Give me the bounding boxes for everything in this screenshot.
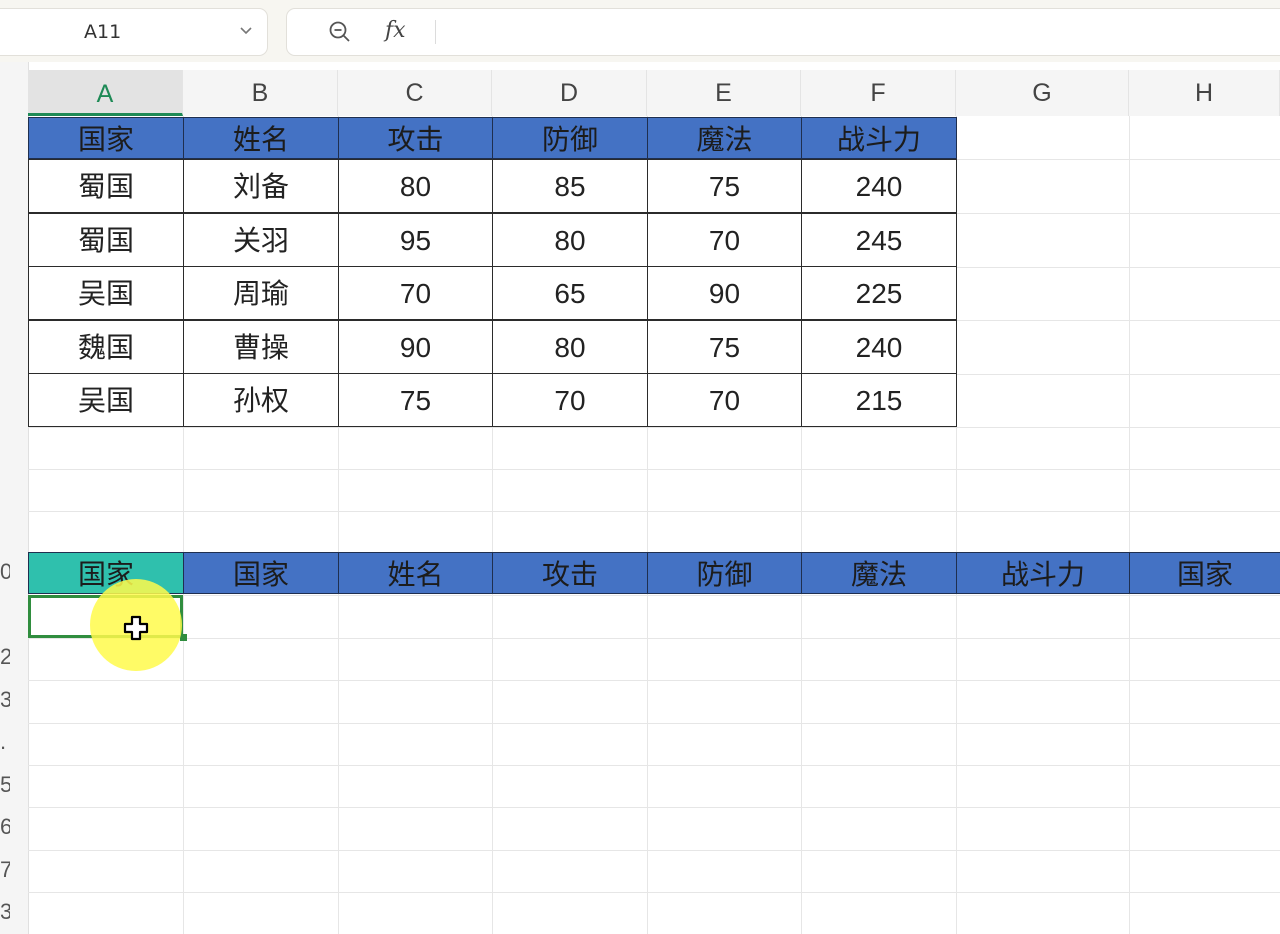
table-cell[interactable]: 75 — [647, 159, 802, 213]
grid-row-line — [28, 511, 1280, 512]
row10-header-cell[interactable]: 攻击 — [492, 552, 648, 594]
chevron-down-icon[interactable] — [239, 23, 253, 37]
row-number[interactable]: 3 — [0, 687, 10, 713]
row-number[interactable]: 6 — [0, 814, 10, 840]
grid-row-line — [28, 638, 1280, 639]
table-cell[interactable]: 蜀国 — [28, 213, 184, 267]
table-cell[interactable]: 70 — [492, 373, 648, 427]
column-header-e[interactable]: E — [647, 70, 801, 116]
column-header-g[interactable]: G — [956, 70, 1129, 116]
grid-row-line — [28, 723, 1280, 724]
table-cell[interactable]: 90 — [647, 266, 802, 320]
formula-divider — [435, 20, 436, 44]
grid-row-line — [28, 469, 1280, 470]
table-cell[interactable]: 90 — [338, 320, 493, 374]
row10-header-cell[interactable]: 防御 — [647, 552, 802, 594]
table-cell[interactable]: 孙权 — [183, 373, 339, 427]
row10-header-cell[interactable]: 国家 — [1129, 552, 1280, 594]
table-cell[interactable]: 215 — [801, 373, 957, 427]
column-header-d[interactable]: D — [492, 70, 647, 116]
column-header-f[interactable]: F — [801, 70, 956, 116]
row-number[interactable]: 2 — [0, 644, 10, 670]
table-header-cell[interactable]: 国家 — [28, 117, 184, 159]
row10-header-cell[interactable]: 姓名 — [338, 552, 493, 594]
table-header-cell[interactable]: 防御 — [492, 117, 648, 159]
row-header-strip — [0, 62, 29, 934]
table-cell[interactable]: 吴国 — [28, 266, 184, 320]
row10-header-cell[interactable]: 国家 — [183, 552, 339, 594]
table-cell[interactable]: 蜀国 — [28, 159, 184, 213]
row-number[interactable]: 0 — [0, 559, 10, 585]
grid-column-line — [1129, 116, 1130, 934]
column-header-c[interactable]: C — [338, 70, 492, 116]
name-box-value: A11 — [84, 21, 122, 43]
table-cell[interactable]: 240 — [801, 159, 957, 213]
grid-row-line — [28, 680, 1280, 681]
fill-handle[interactable] — [180, 634, 187, 641]
row-number[interactable]: 5 — [0, 772, 10, 798]
table-cell[interactable]: 80 — [492, 213, 648, 267]
row-number[interactable]: 3 — [0, 899, 10, 925]
row10-header-cell[interactable]: 魔法 — [801, 552, 957, 594]
grid-row-line — [28, 595, 1280, 596]
table-cell[interactable]: 240 — [801, 320, 957, 374]
row-number[interactable]: . — [0, 729, 10, 755]
table-cell[interactable]: 225 — [801, 266, 957, 320]
grid-row-line — [28, 427, 1280, 428]
row-number[interactable]: 7 — [0, 857, 10, 883]
table-cell[interactable]: 刘备 — [183, 159, 339, 213]
table-cell[interactable]: 75 — [338, 373, 493, 427]
cell-select-cursor-icon — [123, 615, 149, 641]
table-header-cell[interactable]: 魔法 — [647, 117, 802, 159]
column-header-b[interactable]: B — [183, 70, 338, 116]
grid-row-line — [28, 850, 1280, 851]
name-box[interactable]: A11 — [0, 8, 268, 56]
grid-row-line — [28, 765, 1280, 766]
table-cell[interactable]: 80 — [492, 320, 648, 374]
column-header-a[interactable]: A — [28, 70, 183, 116]
table-cell[interactable]: 周瑜 — [183, 266, 339, 320]
spreadsheet-grid[interactable]: 023.5673 ABCDEFGH 国家 姓名 攻击 防御 魔法 战斗力 蜀国 刘备 80 85 7… — [0, 62, 1280, 934]
fx-icon[interactable]: fx — [385, 18, 406, 43]
table-cell[interactable]: 魏国 — [28, 320, 184, 374]
table-cell[interactable]: 80 — [338, 159, 493, 213]
table-cell[interactable]: 曹操 — [183, 320, 339, 374]
table-cell[interactable]: 65 — [492, 266, 648, 320]
formula-bar[interactable]: fx — [286, 8, 1280, 56]
table-cell[interactable]: 245 — [801, 213, 957, 267]
grid-row-line — [28, 892, 1280, 893]
table-header-cell[interactable]: 攻击 — [338, 117, 493, 159]
formula-toolbar: A11 fx — [0, 0, 1280, 62]
table-header-cell[interactable]: 战斗力 — [801, 117, 957, 159]
table-cell[interactable]: 75 — [647, 320, 802, 374]
table-cell[interactable]: 70 — [338, 266, 493, 320]
table-cell[interactable]: 95 — [338, 213, 493, 267]
table-cell[interactable]: 70 — [647, 213, 802, 267]
table-cell[interactable]: 吴国 — [28, 373, 184, 427]
table-header-cell[interactable]: 姓名 — [183, 117, 339, 159]
row10-header-cell[interactable]: 战斗力 — [956, 552, 1130, 594]
zoom-icon[interactable] — [327, 19, 353, 45]
column-header-h[interactable]: H — [1129, 70, 1280, 116]
table-cell[interactable]: 85 — [492, 159, 648, 213]
table-cell[interactable]: 关羽 — [183, 213, 339, 267]
grid-row-line — [28, 807, 1280, 808]
table-cell[interactable]: 70 — [647, 373, 802, 427]
